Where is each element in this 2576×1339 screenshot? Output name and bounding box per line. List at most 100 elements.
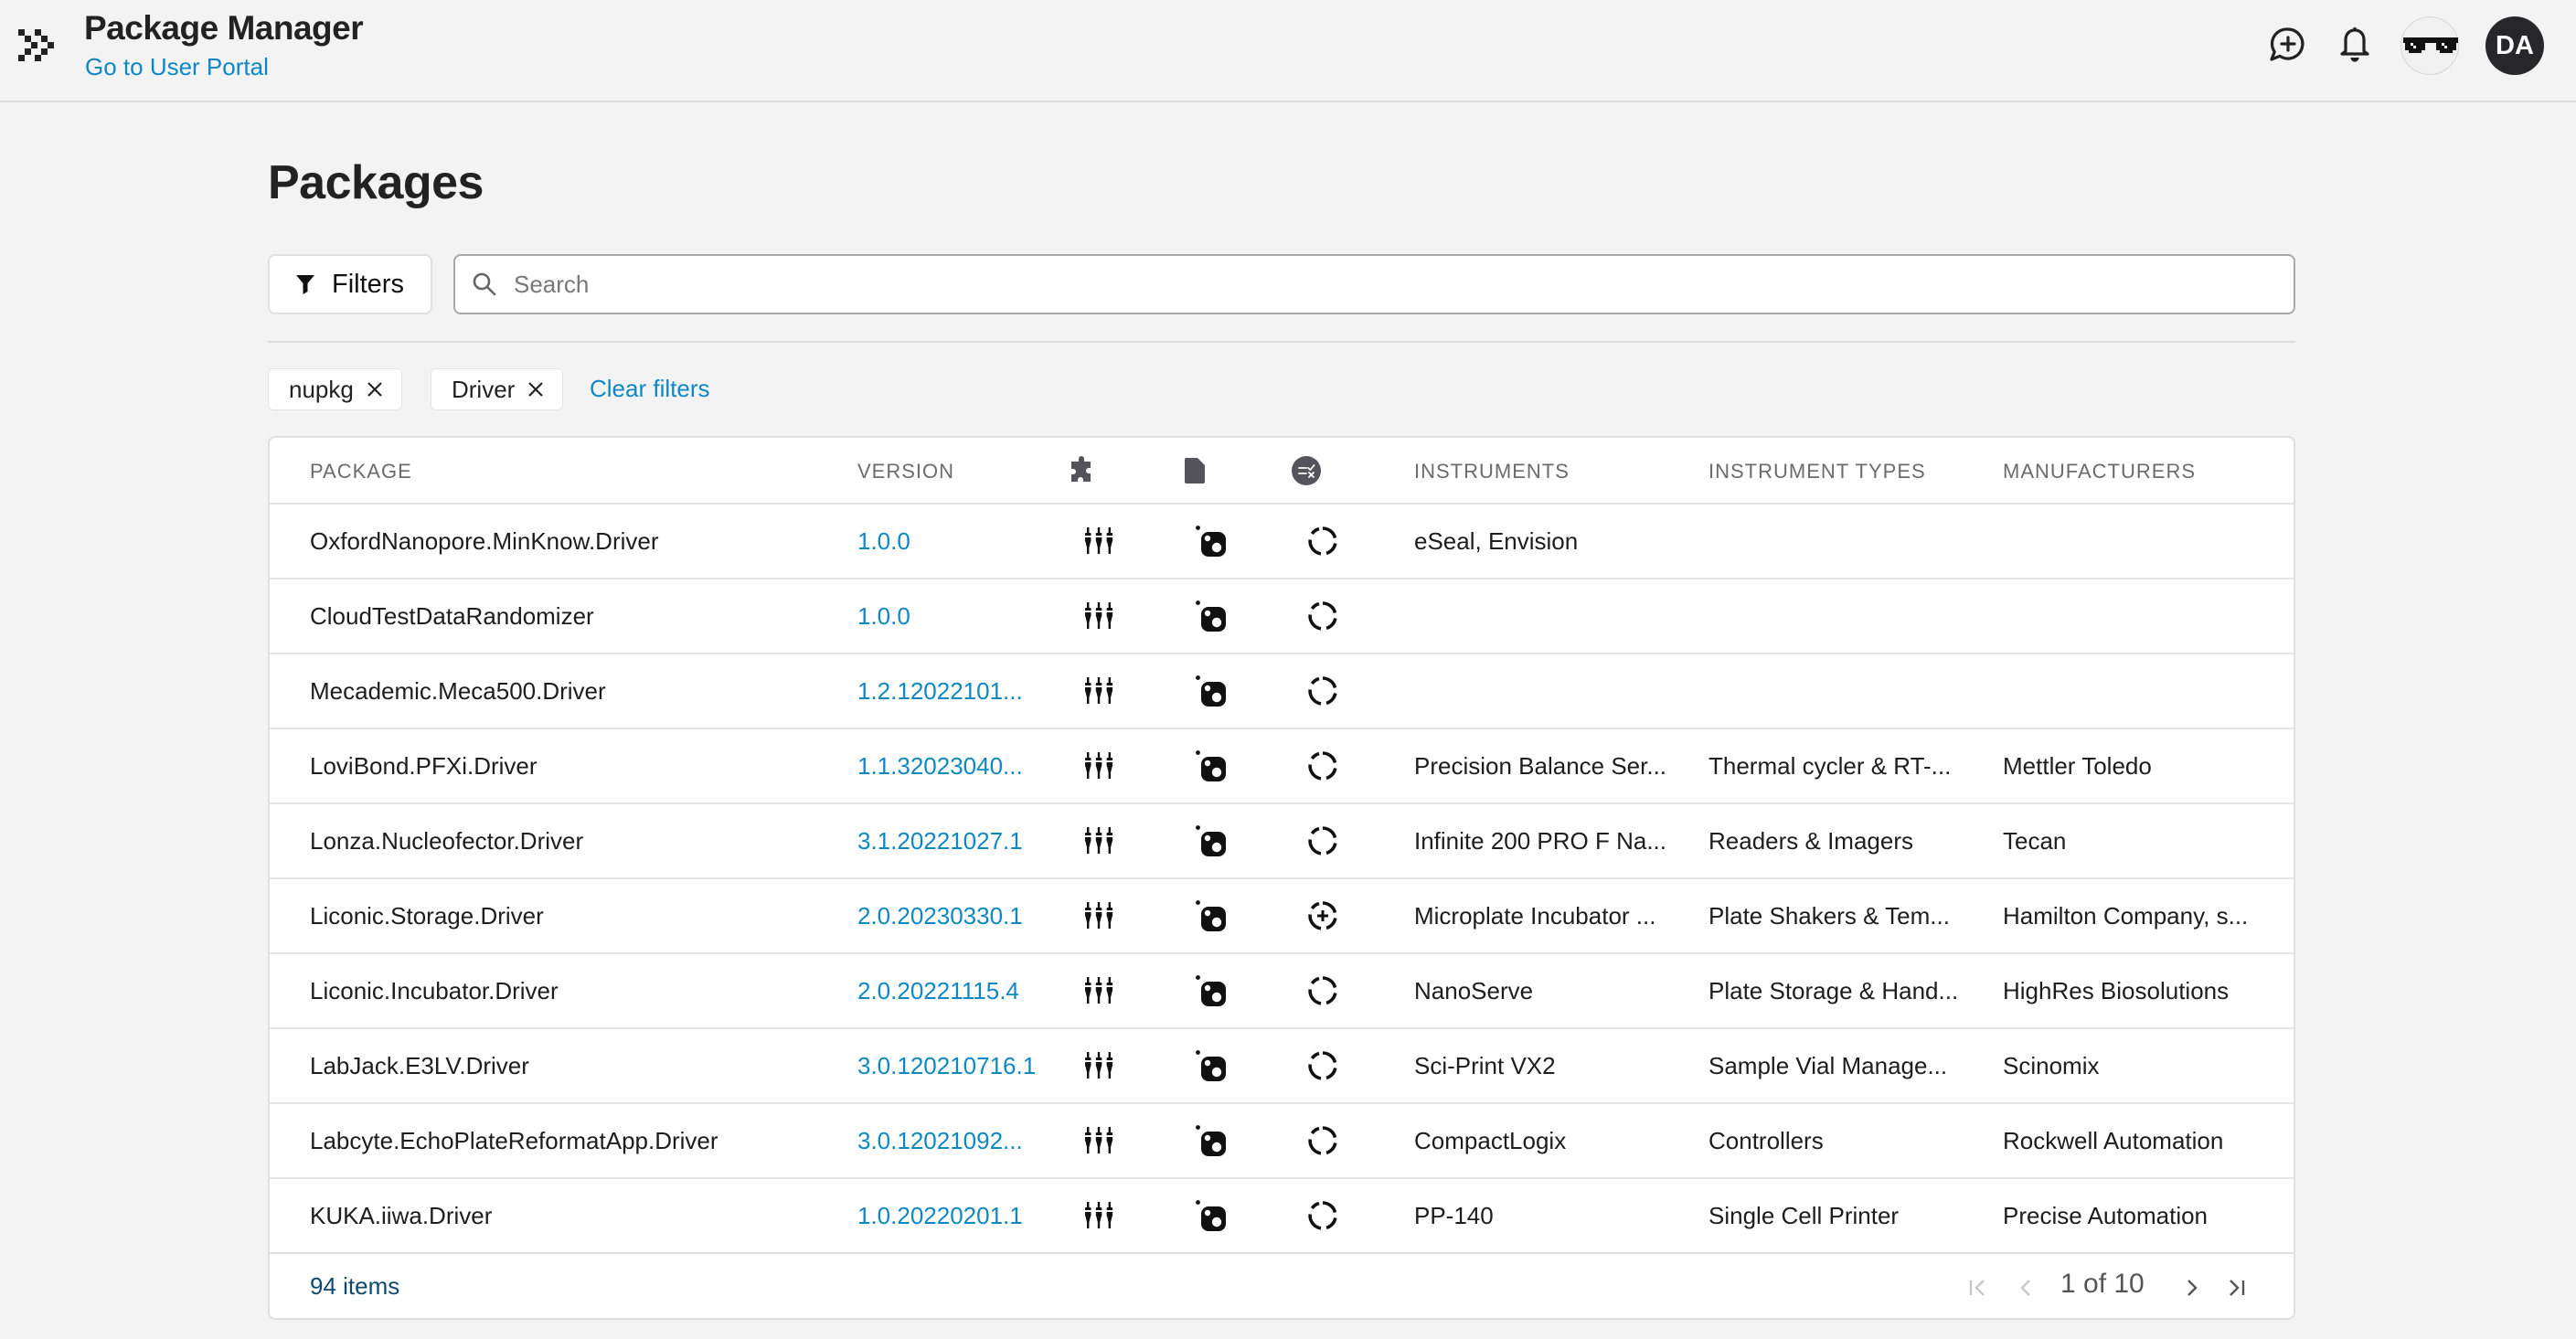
table-row[interactable]: LoviBond.PFXi.Driver 1.1.32023040... Pre… (270, 729, 2294, 804)
table-row[interactable]: Liconic.Incubator.Driver 2.0.20221115.4 … (270, 954, 2294, 1029)
instrument-types: Thermal cycler & RT-... (1708, 752, 1952, 780)
connector-plugs-icon (1082, 525, 1115, 558)
document-icon (1180, 456, 1209, 485)
connector-plugs-icon (1082, 749, 1115, 782)
instruments: NanoServe (1414, 977, 1534, 1004)
last-page-button[interactable] (2222, 1274, 2250, 1302)
table-row[interactable]: Mecademic.Meca500.Driver 1.2.12022101... (270, 654, 2294, 729)
table-row[interactable]: Lonza.Nucleofector.Driver 3.1.20221027.1… (270, 804, 2294, 879)
package-name: Liconic.Incubator.Driver (310, 977, 559, 1004)
chip-label: Driver (452, 375, 516, 403)
status-progress-icon (1306, 749, 1339, 782)
search-input[interactable] (514, 270, 2294, 299)
chat-plus-icon[interactable] (2267, 24, 2309, 66)
manufacturers: Precise Automation (2003, 1202, 2209, 1229)
chip-label: nupkg (289, 375, 354, 403)
instruments: eSeal, Envision (1414, 527, 1579, 555)
instrument-types: Readers & Imagers (1708, 827, 1913, 855)
search-field[interactable] (453, 254, 2295, 314)
package-version-link[interactable]: 1.0.20220201.1 (857, 1202, 1023, 1230)
table-row[interactable]: KUKA.iiwa.Driver 1.0.20220201.1 PP-140 S… (270, 1179, 2294, 1254)
divider (268, 341, 2295, 343)
instrument-types: Plate Shakers & Tem... (1708, 902, 1950, 930)
column-header-manufacturers[interactable]: MANUFACTURERS (2003, 460, 2196, 484)
table-row[interactable]: Liconic.Storage.Driver 2.0.20230330.1 Mi… (270, 879, 2294, 954)
package-version-link[interactable]: 2.0.20221115.4 (857, 977, 1019, 1005)
column-header-instruments[interactable]: INSTRUMENTS (1414, 460, 1570, 484)
manufacturers: Mettler Toledo (2003, 752, 2152, 780)
status-progress-icon (1306, 675, 1339, 707)
nuget-package-icon (1195, 749, 1228, 782)
nuget-package-icon (1195, 1124, 1228, 1157)
filters-label: Filters (332, 269, 404, 299)
package-version-link[interactable]: 1.0.0 (857, 602, 910, 631)
items-count: 94 items (310, 1272, 400, 1300)
connector-plugs-icon (1082, 675, 1115, 707)
status-progress-icon (1306, 1049, 1339, 1082)
package-name: OxfordNanopore.MinKnow.Driver (310, 527, 659, 555)
package-name: Lonza.Nucleofector.Driver (310, 827, 584, 855)
instruments: Sci-Print VX2 (1414, 1052, 1556, 1079)
table-row[interactable]: LabJack.E3LV.Driver 3.0.120210716.1 Sci-… (270, 1029, 2294, 1104)
package-version-link[interactable]: 3.1.20221027.1 (857, 827, 1023, 855)
instrument-types: Sample Vial Manage... (1708, 1052, 1948, 1079)
package-version-link[interactable]: 1.1.32023040... (857, 752, 1023, 781)
first-page-button[interactable] (1964, 1274, 1992, 1302)
status-progress-icon (1306, 974, 1339, 1007)
table-row[interactable]: Labcyte.EchoPlateReformatApp.Driver 3.0.… (270, 1104, 2294, 1179)
nuget-package-icon (1195, 899, 1228, 932)
next-page-button[interactable] (2177, 1274, 2205, 1302)
connector-plugs-icon (1082, 1124, 1115, 1157)
status-progress-icon (1306, 525, 1339, 558)
nuget-package-icon (1195, 974, 1228, 1007)
connector-plugs-icon (1082, 1049, 1115, 1082)
table-row[interactable]: CloudTestDataRandomizer 1.0.0 (270, 579, 2294, 654)
instruments: Microplate Incubator ... (1414, 902, 1656, 930)
search-icon (473, 272, 496, 296)
package-version-link[interactable]: 3.0.120210716.1 (857, 1052, 1036, 1080)
connector-plugs-icon (1082, 899, 1115, 932)
instrument-types: Single Cell Printer (1708, 1202, 1900, 1229)
app-title: Package Manager (84, 9, 364, 47)
manufacturers: Tecan (2003, 827, 2067, 855)
sunglasses-avatar[interactable] (2400, 16, 2459, 75)
table-header: PACKAGE VERSION INSTRUMENTS INSTRUMENT T… (270, 438, 2294, 505)
package-version-link[interactable]: 1.2.12022101... (857, 677, 1023, 706)
filter-chip-driver: Driver (431, 368, 564, 410)
instrument-types: Controllers (1708, 1127, 1824, 1154)
column-header-package[interactable]: PACKAGE (310, 460, 412, 484)
status-progress-plus-icon (1306, 899, 1339, 932)
instruments: Precision Balance Ser... (1414, 752, 1667, 780)
package-version-link[interactable]: 3.0.12021092... (857, 1127, 1023, 1155)
connector-plugs-icon (1082, 1199, 1115, 1232)
remove-filter-icon[interactable] (367, 381, 383, 398)
package-name: Liconic.Storage.Driver (310, 902, 544, 930)
manufacturers: Scinomix (2003, 1052, 2100, 1079)
column-header-version[interactable]: VERSION (857, 460, 954, 484)
table-footer: 94 items 1 of 10 (270, 1252, 2294, 1318)
connector-plugs-icon (1082, 974, 1115, 1007)
status-progress-icon (1306, 600, 1339, 632)
connector-plugs-icon (1082, 824, 1115, 857)
nuget-package-icon (1195, 675, 1228, 707)
column-header-instrument-types[interactable]: INSTRUMENT TYPES (1708, 460, 1926, 484)
instruments: PP-140 (1414, 1202, 1494, 1229)
nuget-package-icon (1195, 600, 1228, 632)
package-version-link[interactable]: 1.0.0 (857, 527, 910, 556)
table-row[interactable]: OxfordNanopore.MinKnow.Driver 1.0.0 eSea… (270, 505, 2294, 579)
nuget-package-icon (1195, 1199, 1228, 1232)
connector-plugs-icon (1082, 600, 1115, 632)
nuget-package-icon (1195, 525, 1228, 558)
top-bar: Package Manager Go to User Portal DA (0, 0, 2576, 102)
clear-filters-link[interactable]: Clear filters (590, 375, 709, 403)
user-avatar[interactable]: DA (2486, 16, 2544, 75)
filters-button[interactable]: Filters (268, 254, 432, 314)
remove-filter-icon[interactable] (527, 381, 544, 398)
package-version-link[interactable]: 2.0.20230330.1 (857, 902, 1023, 930)
filter-icon (296, 275, 314, 294)
logo-chevrons-icon[interactable] (16, 27, 59, 64)
package-name: LoviBond.PFXi.Driver (310, 752, 538, 780)
bell-icon[interactable] (2334, 24, 2376, 66)
previous-page-button[interactable] (2013, 1274, 2040, 1302)
go-to-user-portal-link[interactable]: Go to User Portal (85, 53, 269, 81)
